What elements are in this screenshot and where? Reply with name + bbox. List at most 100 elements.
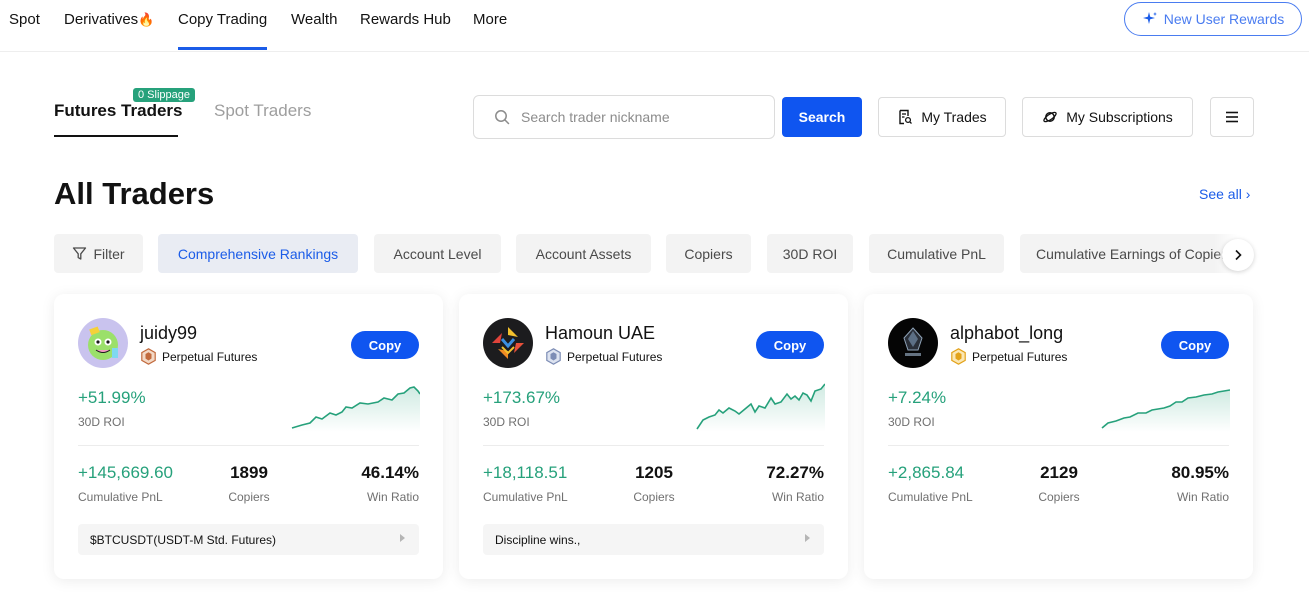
trader-name[interactable]: Hamoun UAE bbox=[545, 323, 655, 344]
tab-active-indicator bbox=[54, 135, 178, 137]
my-subscriptions-button[interactable]: My Subscriptions bbox=[1022, 97, 1193, 137]
cumulative-pnl-value: +18,118.51 bbox=[483, 463, 568, 482]
sparkle-icon bbox=[1142, 12, 1157, 24]
caret-right-icon bbox=[400, 534, 405, 542]
my-subscriptions-label: My Subscriptions bbox=[1066, 109, 1173, 125]
trader-description-text: $BTCUSDT(USDT-M Std. Futures) bbox=[90, 532, 277, 547]
roi-sparkline bbox=[1101, 389, 1230, 432]
win-ratio-value: 80.95% bbox=[1171, 463, 1229, 482]
cumulative-pnl-value: +2,865.84 bbox=[888, 463, 965, 482]
chip-30d-roi[interactable]: 30D ROI bbox=[767, 234, 853, 273]
chip-account-level[interactable]: Account Level bbox=[374, 234, 501, 273]
see-all-link[interactable]: See all › bbox=[1199, 186, 1250, 202]
roi-value: +173.67% bbox=[483, 388, 561, 407]
copiers-label: Copiers bbox=[228, 490, 270, 504]
planet-icon bbox=[1043, 111, 1057, 123]
copiers-value: 2129 bbox=[1040, 463, 1078, 482]
filter-chip-row: Filter Comprehensive Rankings Account Le… bbox=[54, 234, 1254, 274]
card-divider bbox=[483, 445, 824, 446]
trader-badge-row: Perpetual Futures bbox=[545, 348, 662, 365]
scroll-right-button[interactable] bbox=[1222, 239, 1254, 271]
my-trades-button[interactable]: My Trades bbox=[878, 97, 1006, 137]
trader-description[interactable]: Discipline wins., bbox=[483, 524, 824, 555]
search-button[interactable]: Search bbox=[782, 97, 862, 137]
nav-item-rewards-hub[interactable]: Rewards Hub bbox=[360, 11, 451, 28]
avatar bbox=[483, 318, 533, 368]
nav-item-more[interactable]: More bbox=[473, 11, 507, 28]
filter-funnel-icon bbox=[73, 247, 87, 260]
copy-button[interactable]: Copy bbox=[351, 331, 419, 359]
top-nav: Spot Derivatives🔥 Copy Trading Wealth Re… bbox=[0, 0, 1309, 52]
see-all-label: See all bbox=[1199, 186, 1242, 202]
silver-badge-icon bbox=[546, 348, 561, 365]
win-ratio-label: Win Ratio bbox=[1176, 490, 1229, 504]
trader-card[interactable]: juidy99 Perpetual Futures Copy +51.99% 3… bbox=[54, 294, 443, 579]
copiers-value: 1205 bbox=[635, 463, 673, 482]
win-ratio-label: Win Ratio bbox=[366, 490, 419, 504]
search-input[interactable] bbox=[521, 109, 761, 125]
bronze-badge-icon bbox=[141, 348, 156, 365]
cumulative-pnl-value: +145,669.60 bbox=[78, 463, 174, 482]
win-ratio-value: 72.27% bbox=[766, 463, 824, 482]
search-icon bbox=[495, 110, 510, 125]
market-label: Perpetual Futures bbox=[972, 349, 1068, 364]
nav-item-derivatives-label: Derivatives bbox=[64, 11, 139, 28]
trader-card[interactable]: alphabot_long Perpetual Futures Copy +7.… bbox=[864, 294, 1253, 579]
chip-account-assets[interactable]: Account Assets bbox=[516, 234, 651, 273]
my-trades-label: My Trades bbox=[921, 109, 987, 125]
cumulative-pnl-label: Cumulative PnL bbox=[483, 490, 568, 504]
page-title: All Traders bbox=[54, 176, 215, 211]
copy-button[interactable]: Copy bbox=[1161, 331, 1229, 359]
chip-copiers[interactable]: Copiers bbox=[666, 234, 751, 273]
card-divider bbox=[888, 445, 1229, 446]
menu-button[interactable] bbox=[1210, 97, 1254, 137]
roi-sparkline bbox=[291, 386, 420, 432]
search-box bbox=[473, 95, 775, 139]
chevron-right-icon bbox=[1235, 249, 1242, 261]
avatar bbox=[78, 318, 128, 368]
copy-button[interactable]: Copy bbox=[756, 331, 824, 359]
card-divider bbox=[78, 445, 419, 446]
cumulative-pnl-label: Cumulative PnL bbox=[78, 490, 163, 504]
roi-sparkline bbox=[696, 383, 825, 432]
copiers-label: Copiers bbox=[633, 490, 675, 504]
chip-comprehensive-rankings[interactable]: Comprehensive Rankings bbox=[158, 234, 358, 273]
nav-item-copy-trading[interactable]: Copy Trading bbox=[178, 11, 267, 28]
filter-button[interactable]: Filter bbox=[54, 234, 143, 273]
document-search-icon bbox=[899, 109, 913, 125]
tab-spot-traders[interactable]: Spot Traders bbox=[214, 101, 311, 121]
gold-badge-icon bbox=[951, 348, 966, 365]
tab-futures-traders[interactable]: Futures Traders bbox=[54, 101, 183, 121]
market-label: Perpetual Futures bbox=[567, 349, 663, 364]
nav-item-derivatives[interactable]: Derivatives🔥 bbox=[64, 11, 154, 28]
win-ratio-label: Win Ratio bbox=[771, 490, 824, 504]
nav-active-indicator bbox=[178, 47, 267, 50]
new-user-rewards-button[interactable]: New User Rewards bbox=[1124, 2, 1302, 36]
nav-item-wealth[interactable]: Wealth bbox=[291, 11, 337, 28]
fire-icon: 🔥 bbox=[138, 12, 155, 27]
market-label: Perpetual Futures bbox=[162, 349, 258, 364]
trader-badge-row: Perpetual Futures bbox=[950, 348, 1067, 365]
nav-item-spot[interactable]: Spot bbox=[9, 11, 40, 28]
trader-description-text: Discipline wins., bbox=[495, 532, 581, 547]
roi-label: 30D ROI bbox=[483, 415, 530, 429]
win-ratio-value: 46.14% bbox=[361, 463, 419, 482]
copiers-label: Copiers bbox=[1038, 490, 1080, 504]
hamburger-menu-icon bbox=[1226, 111, 1238, 123]
filter-label: Filter bbox=[93, 245, 125, 262]
copiers-value: 1899 bbox=[230, 463, 268, 482]
trader-description[interactable]: $BTCUSDT(USDT-M Std. Futures) bbox=[78, 524, 419, 555]
trader-name[interactable]: juidy99 bbox=[140, 323, 197, 344]
caret-right-icon bbox=[805, 534, 810, 542]
trader-name[interactable]: alphabot_long bbox=[950, 323, 1063, 344]
roi-label: 30D ROI bbox=[78, 415, 125, 429]
roi-label: 30D ROI bbox=[888, 415, 935, 429]
roi-value: +51.99% bbox=[78, 388, 146, 407]
slippage-badge: 0 Slippage bbox=[133, 88, 195, 102]
roi-value: +7.24% bbox=[888, 388, 947, 407]
trader-card[interactable]: Hamoun UAE Perpetual Futures Copy +173.6… bbox=[459, 294, 848, 579]
chevron-right-icon: › bbox=[1245, 186, 1251, 202]
avatar bbox=[888, 318, 938, 368]
chip-cumulative-pnl[interactable]: Cumulative PnL bbox=[869, 234, 1004, 273]
cumulative-pnl-label: Cumulative PnL bbox=[888, 490, 973, 504]
